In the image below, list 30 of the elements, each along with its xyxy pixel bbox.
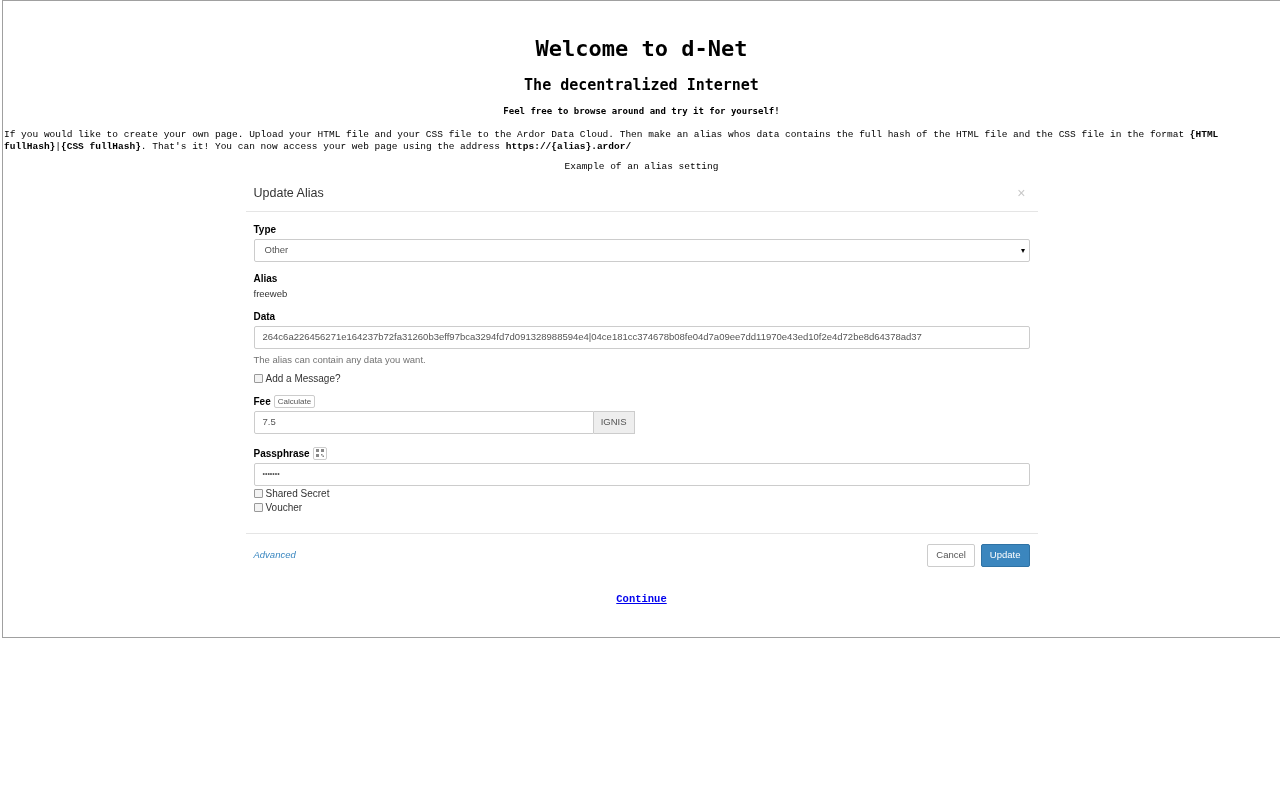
cancel-button[interactable]: Cancel (927, 543, 975, 567)
page-subtitle: The decentralized Internet (523, 75, 760, 95)
dialog-title: Update Alias (253, 184, 324, 202)
field-label: Data (253, 309, 276, 324)
instructions-paragraph: If you would like to create your own page. Upload your HTML file and your CSS file to the Ardor Data Cloud. Then make an alias whos data contains the full hash of the HTML file and the CSS file in the format {HTML fullHash}|{CSS fullHash}. That's it! You can now access your web page using the address https://{alias}.ardor/ (3, 129, 1220, 153)
checkbox-label: Shared Secret (265, 486, 330, 501)
data-field[interactable]: 264c6a226456271e164237b72fa31260b3eff97bca3294fd7d091328988594e4|04ce181cc374678b08fe04d7a09ee7dd11970e43ed10f2e4d72be8d64378ad37 (253, 326, 1030, 349)
continue-link[interactable]: Continue (616, 593, 667, 605)
tagline: Feel free to browse around and try it for yourself! (502, 105, 781, 117)
checkbox-label: Add a Message? (265, 371, 341, 386)
advanced-link[interactable]: Advanced (253, 547, 296, 563)
field-label: Type (253, 222, 277, 237)
currency-addon: IGNIS (593, 411, 635, 434)
example-caption: Example of an alias setting (563, 161, 720, 173)
checkbox[interactable] (253, 502, 263, 512)
checkbox[interactable] (253, 373, 263, 383)
checkbox[interactable] (253, 488, 263, 498)
alias-value: freeweb (253, 287, 289, 301)
qr-code-button[interactable] (312, 446, 327, 460)
update-button[interactable]: Update (980, 543, 1030, 567)
field-label: Passphrase (253, 446, 310, 461)
field-label: Alias (253, 271, 278, 286)
checkbox-label: Voucher (265, 500, 303, 515)
field-label: Fee (253, 394, 271, 409)
calculate-button[interactable]: Calculate (273, 394, 316, 408)
type-select[interactable]: Other ▾ (253, 239, 1030, 262)
fee-field[interactable]: 7.5 (253, 411, 594, 434)
page-title: Welcome to d-Net (534, 35, 749, 63)
help-text: The alias can contain any data you want. (253, 353, 427, 366)
qr-code-icon (315, 449, 324, 457)
